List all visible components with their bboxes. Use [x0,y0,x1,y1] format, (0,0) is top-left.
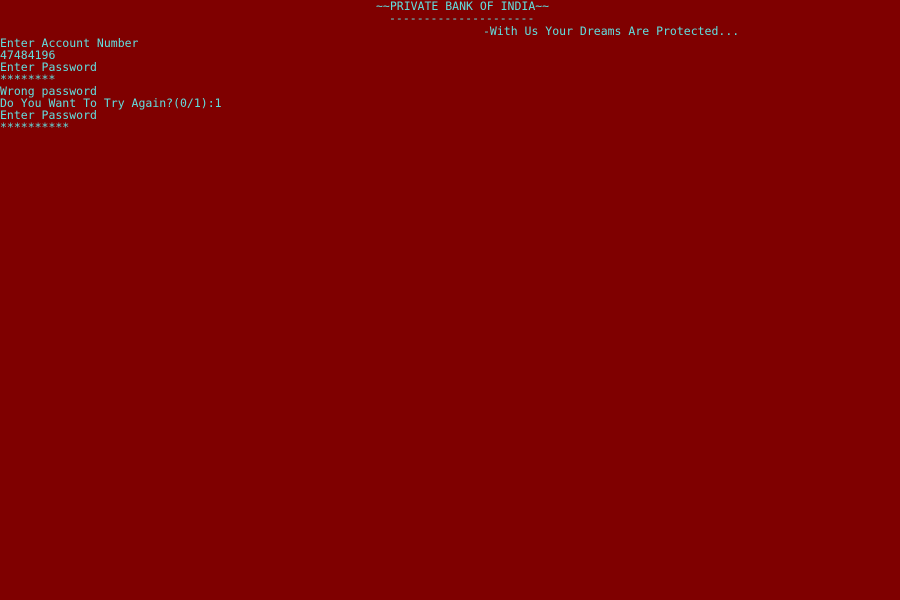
title-underline: --------------------- [389,11,535,25]
password-input-retry[interactable]: ********** [0,121,69,133]
bank-tagline: -With Us Your Dreams Are Protected... [483,24,740,38]
console-window[interactable]: ~~PRIVATE BANK OF INDIA~~ --------------… [0,0,900,600]
